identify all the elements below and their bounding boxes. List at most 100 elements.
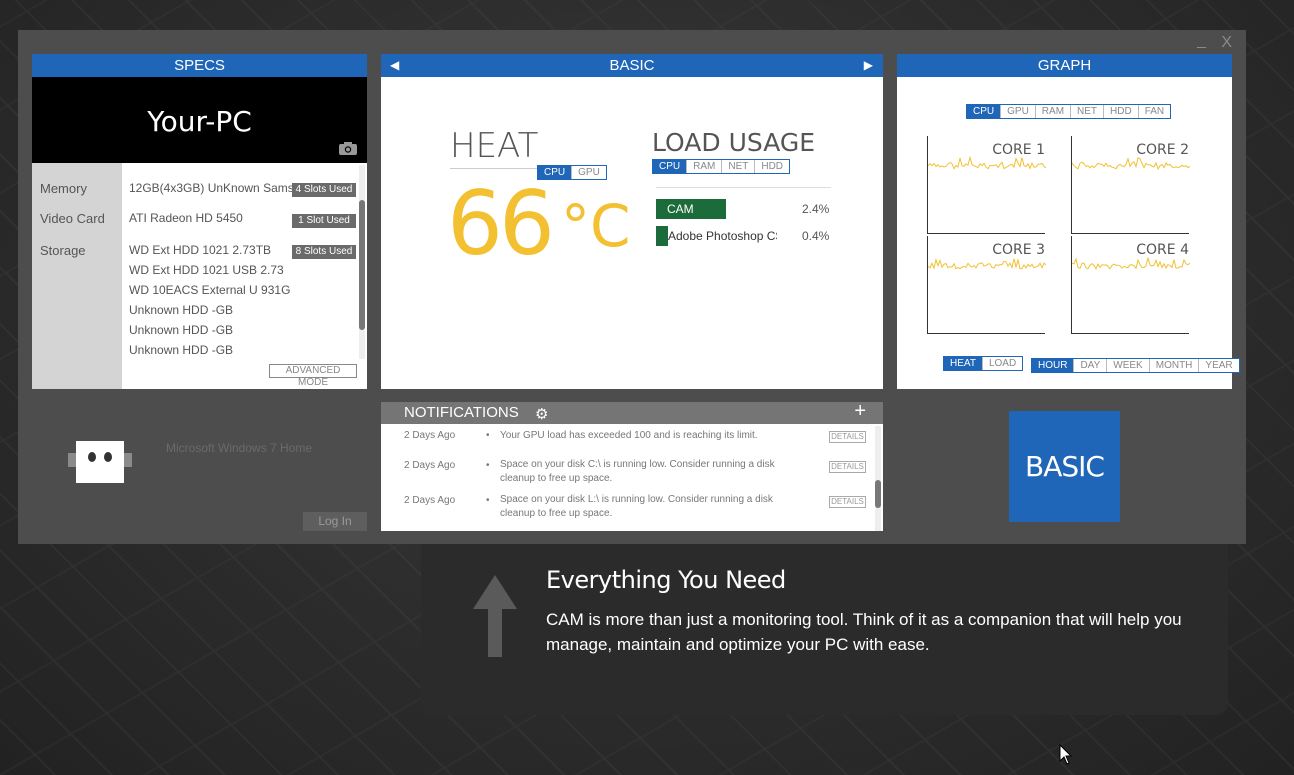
notification-date: 2 Days Ago	[404, 460, 456, 471]
load-tab-hdd[interactable]: HDD	[755, 160, 790, 173]
memory-value: 12GB(4x3GB) UnKnown Samsu	[129, 181, 294, 195]
specs-labels-column: Memory Video Card Storage	[32, 163, 122, 389]
notifications-title: NOTIFICATIONS	[404, 404, 519, 421]
gear-icon[interactable]: ⚙	[535, 405, 548, 423]
heat-title: HEAT	[450, 126, 539, 166]
storage-slots-badge: 8 Slots Used	[292, 245, 356, 259]
details-button[interactable]: DETAILS	[829, 431, 866, 443]
core-line-path	[1072, 257, 1190, 271]
os-name: Microsoft Windows 7 Home	[166, 441, 313, 455]
storage-item: Unknown HDD -GB	[129, 343, 234, 357]
core-line-path	[928, 258, 1046, 270]
range-tab-year[interactable]: YEAR	[1199, 359, 1239, 372]
core-load-line	[928, 258, 1046, 270]
range-tab-week[interactable]: WEEK	[1107, 359, 1150, 372]
load-divider	[656, 187, 831, 188]
info-title: Everything You Need	[546, 566, 786, 594]
storage-item: Unknown HDD -GB	[129, 323, 234, 337]
notification-text: Space on your disk C:\ is running low. C…	[500, 459, 775, 484]
core-load-line	[928, 156, 1046, 170]
pc-name-box: Your-PC	[32, 77, 367, 163]
basic-header: BASIC ◀ ▶	[381, 54, 883, 77]
core-chart: CORE 4	[1071, 236, 1190, 334]
core-load-line	[1072, 157, 1190, 171]
advanced-mode-button[interactable]: ADVANCED MODE	[269, 364, 357, 388]
minimize-button[interactable]: _	[1197, 32, 1206, 50]
plus-icon[interactable]: +	[854, 402, 866, 423]
specs-panel: SPECS Your-PC Memory Video Card Storage …	[32, 54, 367, 389]
video-slots-badge: 1 Slot Used	[292, 214, 356, 228]
storage-item: WD 10EACS External U 931G	[129, 283, 291, 297]
arrow-up-icon	[473, 575, 517, 657]
mode-tab-heat[interactable]: HEAT	[944, 357, 983, 370]
graph-header: GRAPH	[897, 54, 1232, 77]
notifications-scrollbar[interactable]	[875, 426, 881, 531]
robot-icon	[68, 441, 132, 483]
memory-slots-badge: 4 Slots Used	[292, 183, 356, 197]
storage-label: Storage	[40, 243, 86, 258]
basic-panel: BASIC ◀ ▶ HEAT CPU GPU 66 °C LOAD USAGE …	[381, 54, 883, 389]
core-chart: CORE 1	[927, 136, 1046, 234]
range-tab-month[interactable]: MONTH	[1149, 359, 1200, 372]
specs-body: Memory Video Card Storage 12GB(4x3GB) Un…	[32, 163, 367, 389]
details-button[interactable]: DETAILS	[829, 496, 866, 508]
bullet-icon: •	[486, 460, 490, 471]
notification-date: 2 Days Ago	[404, 430, 456, 441]
heat-tab-gpu[interactable]: GPU	[572, 166, 606, 179]
process-bar	[656, 226, 668, 246]
graph-mode-toggle: HEAT LOAD	[943, 356, 1024, 371]
core-chart: CORE 2	[1071, 136, 1190, 234]
graph-tab-ram[interactable]: RAM	[1035, 105, 1072, 118]
prev-arrow-icon[interactable]: ◀	[390, 54, 399, 77]
graph-tab-gpu[interactable]: GPU	[1001, 105, 1036, 118]
load-tab-ram[interactable]: RAM	[687, 160, 723, 173]
range-tab-hour[interactable]: HOUR	[1032, 359, 1075, 372]
cam-window: _ X SPECS Your-PC Memory Video Card Stor…	[18, 30, 1246, 544]
graph-tab-cpu[interactable]: CPU	[967, 105, 1002, 118]
graph-panel: GRAPH CPU GPU RAM NET HDD FAN CORE 1 COR…	[897, 54, 1240, 389]
mode-tab-load[interactable]: LOAD	[982, 357, 1023, 370]
bullet-icon: •	[486, 430, 490, 441]
basic-title: BASIC	[609, 57, 655, 74]
notifications-panel: NOTIFICATIONS ⚙ + 2 Days Ago • Your GPU …	[381, 402, 883, 531]
core-line-path	[928, 156, 1046, 170]
memory-label: Memory	[40, 181, 87, 196]
storage-item: Unknown HDD -GB	[129, 303, 234, 317]
notification-text: Space on your disk L:\ is running low. C…	[500, 494, 773, 519]
camera-icon[interactable]	[339, 142, 357, 155]
next-arrow-icon[interactable]: ▶	[864, 54, 873, 77]
load-source-toggle: CPU RAM NET HDD	[652, 159, 791, 174]
pc-name[interactable]: Your-PC	[32, 105, 367, 138]
load-tab-net[interactable]: NET	[722, 160, 756, 173]
basic-mode-button[interactable]: BASIC	[1009, 411, 1120, 522]
specs-scrollbar[interactable]	[359, 165, 365, 359]
load-tab-cpu[interactable]: CPU	[653, 160, 688, 173]
bullet-icon: •	[486, 495, 490, 506]
video-card-label: Video Card	[40, 211, 105, 226]
storage-item: WD Ext HDD 1021 USB 2.73	[129, 263, 284, 277]
details-button[interactable]: DETAILS	[829, 461, 866, 473]
process-percent: 2.4%	[802, 202, 830, 216]
notification-date: 2 Days Ago	[404, 495, 456, 506]
process-name: CAM	[667, 202, 694, 216]
info-text: CAM is more than just a monitoring tool.…	[546, 610, 1182, 654]
graph-tab-fan[interactable]: FAN	[1138, 105, 1171, 118]
temperature-unit: °C	[561, 192, 631, 260]
login-button[interactable]: Log In	[303, 512, 367, 531]
mouse-cursor-icon	[1059, 744, 1073, 765]
load-usage-title: LOAD USAGE	[652, 128, 816, 157]
scrollbar-thumb[interactable]	[875, 480, 881, 508]
close-button[interactable]: X	[1221, 34, 1232, 52]
process-percent: 0.4%	[802, 229, 830, 243]
core-line-path	[1072, 157, 1190, 171]
process-name: Adobe Photoshop CS	[668, 229, 777, 243]
temperature-value: 66	[447, 172, 555, 275]
graph-tab-net[interactable]: NET	[1071, 105, 1105, 118]
graph-source-toggle: CPU GPU RAM NET HDD FAN	[966, 104, 1172, 119]
scrollbar-thumb[interactable]	[359, 200, 365, 330]
notifications-header: NOTIFICATIONS ⚙ +	[381, 402, 883, 424]
video-card-value: ATI Radeon HD 5450	[129, 211, 243, 225]
graph-tab-hdd[interactable]: HDD	[1104, 105, 1139, 118]
range-tab-day[interactable]: DAY	[1074, 359, 1108, 372]
core-load-line	[1072, 257, 1190, 271]
